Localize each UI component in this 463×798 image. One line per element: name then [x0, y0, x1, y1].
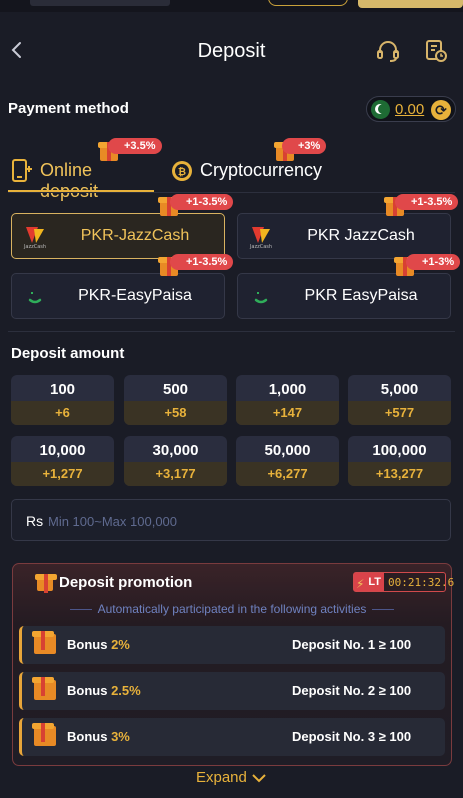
page-header: Deposit [0, 28, 463, 76]
amount-chip[interactable]: 500 +58 [124, 375, 227, 425]
amount-chip-bonus: +577 [348, 401, 451, 425]
amount-chip[interactable]: 100,000 +13,277 [348, 436, 451, 486]
svg-text:JazzCash: JazzCash [249, 244, 272, 249]
easypaisa-logo-icon [22, 283, 48, 309]
bonus-condition: Deposit No. 3 ≥ 100 [292, 729, 412, 744]
bonus-row: Bonus 2% Deposit No. 1 ≥ 100 [19, 626, 445, 664]
amount-chip[interactable]: 50,000 +6,277 [236, 436, 339, 486]
amount-chip-value: 500 [162, 381, 189, 398]
bonus-label: Bonus 2.5% [67, 683, 141, 698]
crypto-coin-icon: ₿ [170, 158, 194, 184]
easypaisa-logo-icon [248, 283, 274, 309]
amount-chip[interactable]: 30,000 +3,177 [124, 436, 227, 486]
balance-pill-fragment[interactable] [268, 0, 348, 6]
amount-chip[interactable]: 10,000 +1,277 [11, 436, 114, 486]
tab-cryptocurrency[interactable]: ₿ Cryptocurrency [168, 150, 328, 194]
bonus-condition: Deposit No. 1 ≥ 100 [292, 637, 412, 652]
tab-cryptocurrency-label: Cryptocurrency [200, 160, 323, 180]
bonus-percent: 3% [111, 729, 130, 744]
expand-button[interactable]: Expand [0, 769, 463, 786]
tabs-divider [8, 192, 455, 193]
method-pkr-easypaisa-1[interactable]: PKR-EasyPaisa [11, 273, 225, 319]
jazzcash-logo-icon: JazzCash [22, 223, 48, 250]
amount-chip-value: 10,000 [39, 442, 86, 459]
history-document-icon[interactable] [423, 38, 449, 64]
method-pkr-easypaisa-2[interactable]: PKR EasyPaisa [237, 273, 451, 319]
method-pkr-jazzcash-2[interactable]: JazzCash PKR JazzCash [237, 213, 451, 259]
promo-badge: +3.5% [108, 138, 162, 154]
gift-icon [32, 723, 56, 746]
amount-input[interactable] [48, 508, 438, 534]
amount-chip[interactable]: 1,000 +147 [236, 375, 339, 425]
currency-label: Rs [26, 513, 44, 529]
gift-icon [32, 677, 56, 700]
tab-online-deposit[interactable]: Online deposit [8, 150, 154, 201]
promo-badge: +1-3.5% [395, 194, 459, 210]
tab-online-deposit-label: Online deposit [40, 160, 99, 201]
brand-logo [30, 0, 170, 6]
limited-time-badge: ⚡ LT 00:21:32.6 [353, 572, 454, 592]
bonus-condition: Deposit No. 2 ≥ 100 [292, 683, 412, 698]
top-action-button-fragment[interactable] [358, 0, 463, 8]
promo-badge: +1-3.5% [170, 194, 234, 210]
amount-chip-bonus: +58 [124, 401, 227, 425]
amount-chip-bonus: +6 [11, 401, 114, 425]
top-app-bar-fragment [0, 0, 463, 12]
chevron-down-icon [251, 769, 267, 786]
method-name: PKR JazzCash [307, 227, 415, 244]
deposit-promotion-title: Deposit promotion [59, 574, 193, 591]
svg-text:₿: ₿ [178, 166, 186, 178]
deposit-amount-label: Deposit amount [11, 345, 125, 362]
amount-chip-value: 5,000 [380, 381, 419, 398]
amount-chip-value: 1,000 [268, 381, 307, 398]
bonus-row: Bonus 2.5% Deposit No. 2 ≥ 100 [19, 672, 445, 710]
amount-chip-value: 30,000 [152, 442, 199, 459]
amount-chip-bonus: +6,277 [236, 462, 339, 486]
method-pkr-jazzcash-1[interactable]: JazzCash PKR-JazzCash [11, 213, 225, 259]
refresh-icon[interactable]: ⟳ [431, 100, 451, 120]
method-name: PKR EasyPaisa [304, 287, 418, 304]
amount-input-field[interactable]: Rs [11, 499, 451, 541]
method-name: PKR-EasyPaisa [78, 287, 192, 304]
bonus-label: Bonus 2% [67, 637, 130, 652]
auto-participation-note: Automatically participated in the follow… [13, 602, 451, 616]
pakistan-flag-icon [371, 100, 390, 119]
balance-amount: 0.00 [395, 101, 425, 118]
amount-chip-value: 100,000 [372, 442, 427, 459]
amount-chip-bonus: +3,177 [124, 462, 227, 486]
section-divider [8, 331, 455, 332]
lightning-icon: ⚡ [356, 577, 365, 591]
expand-label: Expand [195, 769, 247, 786]
headset-icon[interactable] [375, 38, 401, 64]
countdown-timer: 00:21:32.6 [388, 576, 455, 589]
amount-chip-bonus: +13,277 [348, 462, 451, 486]
gift-icon [32, 631, 56, 654]
gift-icon [35, 574, 57, 593]
bonus-label: Bonus 3% [67, 729, 130, 744]
amount-chip[interactable]: 100 +6 [11, 375, 114, 425]
phone-deposit-icon [10, 158, 34, 184]
payment-method-label: Payment method [8, 100, 129, 117]
amount-chip-value: 50,000 [264, 442, 311, 459]
bonus-row: Bonus 3% Deposit No. 3 ≥ 100 [19, 718, 445, 756]
amount-chip-value: 100 [49, 381, 76, 398]
amount-chip[interactable]: 5,000 +577 [348, 375, 451, 425]
deposit-promotion-panel: Deposit promotion ⚡ LT 00:21:32.6 Automat… [12, 563, 454, 766]
lt-label: ⚡ LT [354, 573, 384, 591]
promo-badge: +1-3.5% [170, 254, 234, 270]
amount-chip-bonus: +1,277 [11, 462, 114, 486]
balance-pill[interactable]: 0.00 ⟳ [366, 96, 456, 122]
method-name: PKR-JazzCash [80, 227, 190, 244]
amount-chip-bonus: +147 [236, 401, 339, 425]
svg-text:JazzCash: JazzCash [23, 244, 46, 249]
promo-badge: +3% [282, 138, 327, 154]
jazzcash-logo-icon: JazzCash [248, 223, 274, 250]
bonus-percent: 2% [111, 637, 130, 652]
bonus-percent: 2.5% [111, 683, 141, 698]
promo-badge: +1-3% [406, 254, 461, 270]
